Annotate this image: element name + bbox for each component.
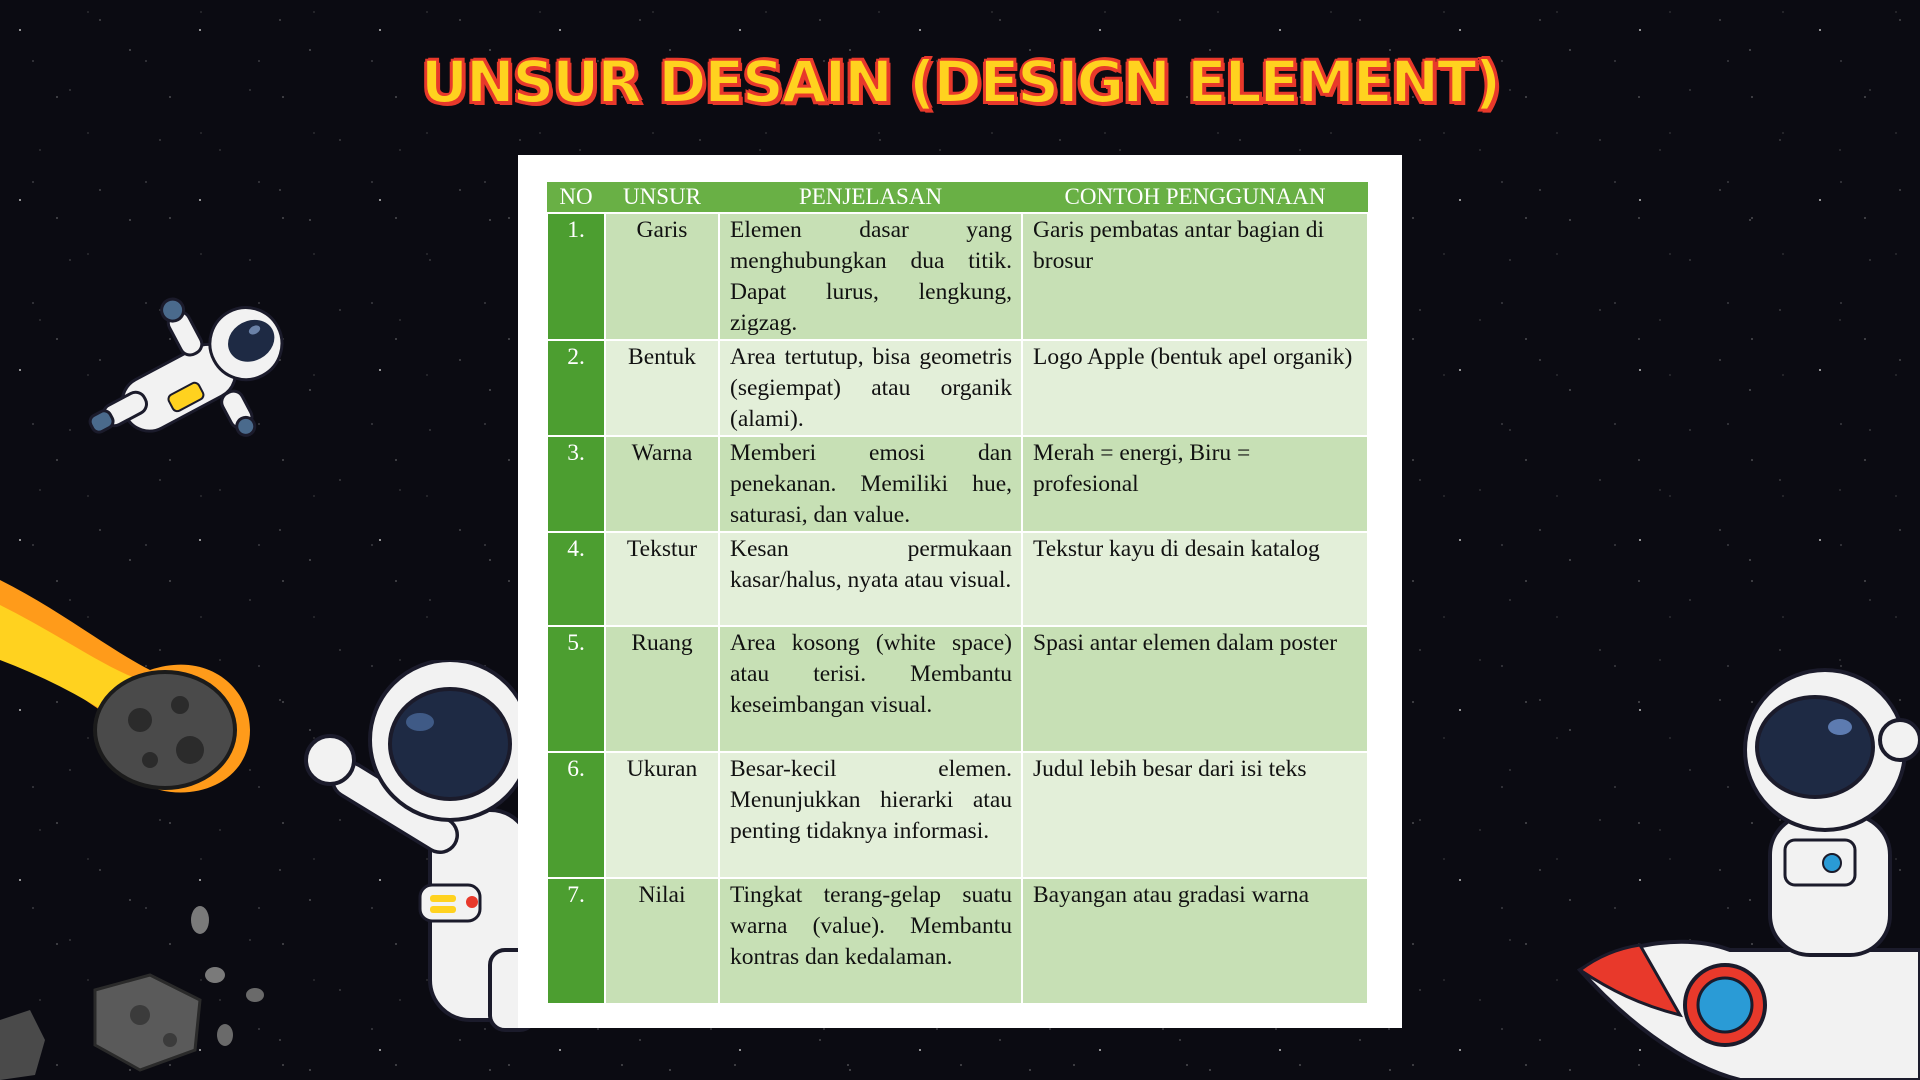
table-row: 1. Garis Elemen dasar yang menghubungkan…: [546, 212, 1369, 341]
row-unsur: Nilai: [604, 877, 720, 1005]
table-row: 4. Tekstur Kesan permukaan kasar/halus, …: [546, 531, 1369, 627]
header-penjelasan: PENJELASAN: [719, 182, 1022, 213]
meteor-icon: [0, 580, 250, 793]
row-penjelasan: Elemen dasar yang menghubungkan dua titi…: [718, 212, 1023, 341]
astronaut-floating-icon: [88, 297, 284, 437]
row-penjelasan: Area tertutup, bisa geometris (segiempat…: [718, 339, 1023, 437]
row-number: 3.: [546, 435, 606, 533]
row-penjelasan: Area kosong (white space) atau terisi. M…: [718, 625, 1023, 753]
asteroid-icon: [0, 906, 264, 1080]
table-card: NO UNSUR PENJELASAN CONTOH PENGGUNAAN 1.…: [518, 155, 1402, 1028]
table-header-row: NO UNSUR PENJELASAN CONTOH PENGGUNAAN: [547, 182, 1368, 213]
row-unsur: Ukuran: [604, 751, 720, 879]
row-unsur: Tekstur: [604, 531, 720, 627]
row-number: 7.: [546, 877, 606, 1005]
row-contoh: Spasi antar elemen dalam poster: [1021, 625, 1369, 753]
slide-title: UNSUR DESAIN (DESIGN ELEMENT): [420, 47, 1502, 117]
header-unsur: UNSUR: [605, 182, 719, 213]
astronaut-on-rocket-icon: [1576, 668, 1920, 1080]
row-contoh: Judul lebih besar dari isi teks: [1021, 751, 1369, 879]
table-row: 3. Warna Memberi emosi dan penekanan. Me…: [546, 435, 1369, 533]
row-unsur: Bentuk: [604, 339, 720, 437]
row-penjelasan: Memberi emosi dan penekanan. Memiliki hu…: [718, 435, 1023, 533]
row-number: 4.: [546, 531, 606, 627]
table-row: 6. Ukuran Besar-kecil elemen. Menunjukka…: [546, 751, 1369, 879]
row-number: 1.: [546, 212, 606, 341]
row-penjelasan: Besar-kecil elemen. Menunjukkan hierarki…: [718, 751, 1023, 879]
row-unsur: Garis: [604, 212, 720, 341]
row-contoh: Bayangan atau gradasi warna: [1021, 877, 1369, 1005]
row-unsur: Ruang: [604, 625, 720, 753]
row-contoh: Logo Apple (bentuk apel organik): [1021, 339, 1369, 437]
row-contoh: Tekstur kayu di desain katalog: [1021, 531, 1369, 627]
table-row: 2. Bentuk Area tertutup, bisa geometris …: [546, 339, 1369, 437]
header-contoh-penggunaan: CONTOH PENGGUNAAN: [1022, 182, 1368, 213]
row-contoh: Merah = energi, Biru = profesional: [1021, 435, 1369, 533]
row-number: 6.: [546, 751, 606, 879]
table-row: 5. Ruang Area kosong (white space) atau …: [546, 625, 1369, 753]
design-elements-table: NO UNSUR PENJELASAN CONTOH PENGGUNAAN 1.…: [546, 182, 1369, 1005]
row-number: 2.: [546, 339, 606, 437]
header-no: NO: [547, 182, 605, 213]
row-contoh: Garis pembatas antar bagian di brosur: [1021, 212, 1369, 341]
astronaut-waving-icon: [304, 660, 537, 1032]
row-penjelasan: Tingkat terang-gelap suatu warna (value)…: [718, 877, 1023, 1005]
table-row: 7. Nilai Tingkat terang-gelap suatu warn…: [546, 877, 1369, 1005]
row-number: 5.: [546, 625, 606, 753]
row-penjelasan: Kesan permukaan kasar/halus, nyata atau …: [718, 531, 1023, 627]
row-unsur: Warna: [604, 435, 720, 533]
